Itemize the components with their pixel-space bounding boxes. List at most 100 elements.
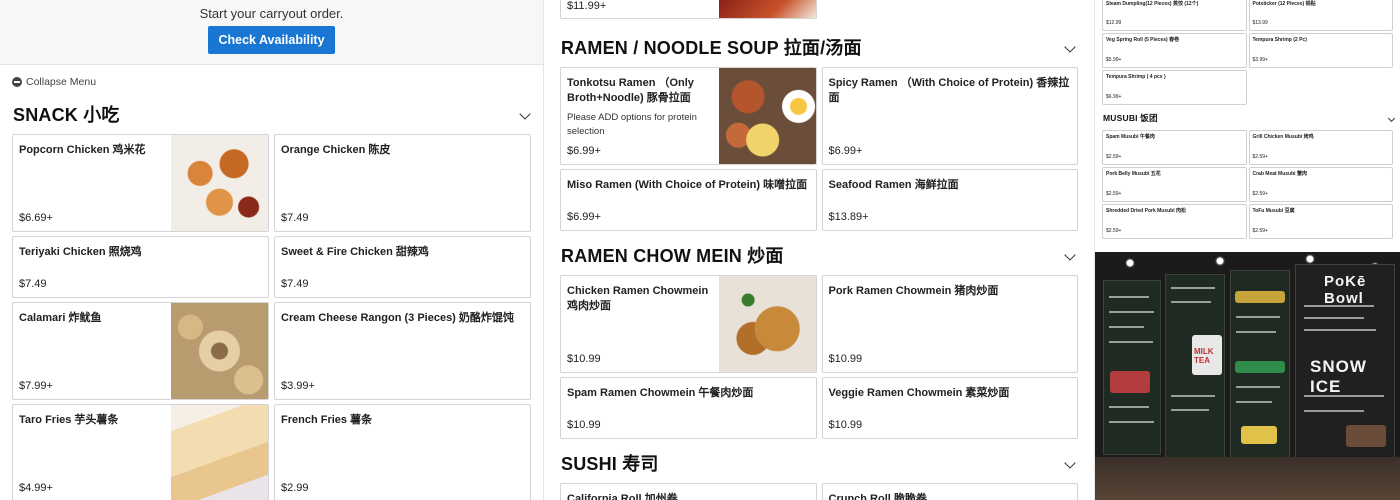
item-price: $2.59+ xyxy=(1106,154,1122,160)
item-price: $2.59+ xyxy=(1252,154,1268,160)
collapse-menu-label: Collapse Menu xyxy=(26,75,97,88)
item-photo xyxy=(718,68,816,164)
check-availability-button[interactable]: Check Availability xyxy=(208,26,335,54)
item-price: $10.99 xyxy=(567,419,601,431)
section-header-ramen-soup: RAMEN / NOODLE SOUP 拉面/汤面 xyxy=(544,32,1094,62)
menu-item-card[interactable]: Popcorn Chicken 鸡米花 $6.69+ xyxy=(12,134,269,232)
musubi-grid: Spam Musubi 午餐肉 $2.59+ Grill Chicken Mus… xyxy=(1095,130,1400,239)
menu-item-card[interactable]: ToFu Musubi 豆腐 $2.59+ xyxy=(1248,204,1393,239)
item-photo xyxy=(718,0,816,18)
menu-item-card[interactable]: Miso Ramen (With Choice of Protein) 味噌拉面… xyxy=(560,169,817,231)
menu-item-card[interactable]: French Fries 薯条 $2.99 xyxy=(274,404,531,500)
item-price: $13.99 xyxy=(1252,20,1268,26)
menu-item-card[interactable]: Chicken Ramen Chowmein 鸡肉炒面 $10.99 xyxy=(560,275,817,373)
menu-item-card[interactable]: Calamari 炸鱿鱼 $7.99+ xyxy=(12,302,269,400)
item-description: Please ADD options for protein selection xyxy=(567,112,697,137)
menu-item-card[interactable]: Spam Ramen Chowmein 午餐肉炒面 $10.99 xyxy=(560,377,817,439)
menu-item-card[interactable]: Crab Meat Musubi 蟹肉 $2.59+ xyxy=(1248,167,1393,202)
item-name: Crunch Roll 脆脆卷 xyxy=(828,493,927,500)
section-title: RAMEN / NOODLE SOUP 拉面/汤面 xyxy=(561,38,862,58)
chevron-down-icon[interactable] xyxy=(1064,249,1076,261)
menu-item-card[interactable]: Shredded Dried Pork Musubi 肉松 $2.59+ xyxy=(1102,204,1247,239)
item-name: Cream Cheese Rangon (3 Pieces) 奶酪炸馄饨 xyxy=(281,312,514,324)
item-price: $6.99+ xyxy=(828,145,863,157)
item-name: Veg Spring Roll (5 Pieces) 春卷 xyxy=(1106,37,1180,43)
right-menu-column: Steam Dumpling(12 Pieces) 蒸饺 (12个) $12.9… xyxy=(1094,0,1400,500)
item-photo xyxy=(171,303,268,399)
item-price: $7.49 xyxy=(19,278,47,290)
item-name: Teriyaki Chicken 照烧鸡 xyxy=(19,246,142,258)
menu-item-card[interactable]: Tempura Shrimp ( 4 pcs ) $6.99+ xyxy=(1102,70,1247,105)
item-name: Taro Fries 芋头薯条 xyxy=(19,414,119,426)
section-header-snack: SNACK 小吃 xyxy=(0,99,543,129)
item-price: $3.99+ xyxy=(281,380,315,392)
middle-menu-column: $11.99+ RAMEN / NOODLE SOUP 拉面/汤面 Tonkot… xyxy=(543,0,1094,500)
menu-item-card[interactable]: Sweet & Fire Chicken 甜辣鸡 $7.49 xyxy=(274,236,531,298)
snow-ice-sign: SNOW ICE xyxy=(1310,357,1367,396)
sushi-grid: California Roll 加州卷 Crunch Roll 脆脆卷 xyxy=(544,483,1094,500)
item-name: Grill Chicken Musubi 烤鸡 xyxy=(1252,134,1314,140)
menu-item-card[interactable]: California Roll 加州卷 xyxy=(560,483,817,500)
section-header-musubi: MUSUBI 饭团 xyxy=(1095,108,1400,128)
item-price: $2.59+ xyxy=(1252,191,1268,197)
menu-item-card[interactable]: Veg Spring Roll (5 Pieces) 春卷 $5.99+ xyxy=(1102,33,1247,68)
menu-item-card[interactable]: Pork Belly Musubi 五花 $2.59+ xyxy=(1102,167,1247,202)
menu-item-card[interactable]: Orange Chicken 陈皮 $7.49 xyxy=(274,134,531,232)
previous-section-tail: $11.99+ xyxy=(544,0,1094,19)
milk-tea-sign: MILK TEA xyxy=(1194,347,1214,365)
item-price: $10.99 xyxy=(567,353,601,365)
chevron-down-icon[interactable] xyxy=(1387,114,1396,122)
item-name: Popcorn Chicken 鸡米花 xyxy=(19,144,146,156)
menu-item-card[interactable]: Spam Musubi 午餐肉 $2.59+ xyxy=(1102,130,1247,165)
item-name: Pork Belly Musubi 五花 xyxy=(1106,171,1161,177)
menu-item-card[interactable]: Veggie Ramen Chowmein 素菜炒面 $10.99 xyxy=(821,377,1078,439)
snack-grid: Popcorn Chicken 鸡米花 $6.69+ Orange Chicke… xyxy=(0,134,543,500)
menu-item-card[interactable]: Cream Cheese Rangon (3 Pieces) 奶酪炸馄饨 $3.… xyxy=(274,302,531,400)
menu-item-card[interactable]: Spicy Ramen （With Choice of Protein) 香辣拉… xyxy=(821,67,1078,165)
menu-item-card[interactable]: Tonkotsu Ramen （Only Broth+Noodle) 豚骨拉面 … xyxy=(560,67,817,165)
chevron-down-icon[interactable] xyxy=(1064,457,1076,469)
item-price: $5.99+ xyxy=(1106,57,1122,63)
left-menu-column: Start your carryout order. Check Availab… xyxy=(0,0,543,500)
item-name: Chicken Ramen Chowmein 鸡肉炒面 xyxy=(567,285,709,312)
menu-item-card[interactable]: Pork Ramen Chowmein 猪肉炒面 $10.99 xyxy=(821,275,1078,373)
item-name: Veggie Ramen Chowmein 素菜炒面 xyxy=(828,387,1010,399)
item-name: Spam Musubi 午餐肉 xyxy=(1106,134,1155,140)
collapse-menu-toggle[interactable]: Collapse Menu xyxy=(0,65,543,98)
menu-item-card[interactable]: $11.99+ xyxy=(560,0,817,19)
menu-item-card[interactable]: Tempura Shrimp (2 Pc) $3.99+ xyxy=(1248,33,1393,68)
chow-mein-grid: Chicken Ramen Chowmein 鸡肉炒面 $10.99 Pork … xyxy=(544,275,1094,439)
menu-item-card[interactable]: Teriyaki Chicken 照烧鸡 $7.49 xyxy=(12,236,269,298)
menu-item-card[interactable]: Crunch Roll 脆脆卷 xyxy=(821,483,1078,500)
section-title: SNACK 小吃 xyxy=(13,105,120,125)
poke-bowl-sign: PoKē Bowl xyxy=(1324,273,1367,307)
item-price: $13.89+ xyxy=(828,211,869,223)
item-photo xyxy=(171,405,268,500)
item-name: Miso Ramen (With Choice of Protein) 味噌拉面 xyxy=(567,179,808,191)
item-price: $3.99+ xyxy=(1252,57,1268,63)
item-price: $2.59+ xyxy=(1106,191,1122,197)
item-price: $7.99+ xyxy=(19,380,53,392)
item-name: French Fries 薯条 xyxy=(281,414,373,426)
menu-item-card[interactable]: Taro Fries 芋头薯条 $4.99+ xyxy=(12,404,269,500)
section-header-sushi: SUSHI 寿司 xyxy=(544,448,1094,478)
menu-item-card[interactable]: Grill Chicken Musubi 烤鸡 $2.59+ xyxy=(1248,130,1393,165)
menu-item-card[interactable]: Steam Dumpling(12 Pieces) 蒸饺 (12个) $12.9… xyxy=(1102,0,1247,31)
item-price: $7.49 xyxy=(281,278,309,290)
item-name: Tempura Shrimp (2 Pc) xyxy=(1252,37,1307,43)
chevron-down-icon[interactable] xyxy=(1064,41,1076,53)
carryout-banner: Start your carryout order. Check Availab… xyxy=(0,0,543,65)
chevron-down-icon[interactable] xyxy=(519,108,531,120)
section-title: SUSHI 寿司 xyxy=(561,454,659,474)
item-price: $6.69+ xyxy=(19,212,53,224)
item-price: $6.99+ xyxy=(1106,94,1122,100)
item-name: Potsticker (12 Pieces) 锅贴 xyxy=(1252,1,1316,7)
item-name: Crab Meat Musubi 蟹肉 xyxy=(1252,171,1307,177)
menu-item-card[interactable]: Potsticker (12 Pieces) 锅贴 $13.99 xyxy=(1248,0,1393,31)
item-name: Pork Ramen Chowmein 猪肉炒面 xyxy=(828,285,999,297)
item-name: Tonkotsu Ramen （Only Broth+Noodle) 豚骨拉面 xyxy=(567,77,694,104)
item-name: Calamari 炸鱿鱼 xyxy=(19,312,102,324)
item-price: $2.59+ xyxy=(1252,228,1268,234)
item-price: $7.49 xyxy=(281,212,309,224)
menu-item-card[interactable]: Seafood Ramen 海鲜拉面 $13.89+ xyxy=(821,169,1078,231)
